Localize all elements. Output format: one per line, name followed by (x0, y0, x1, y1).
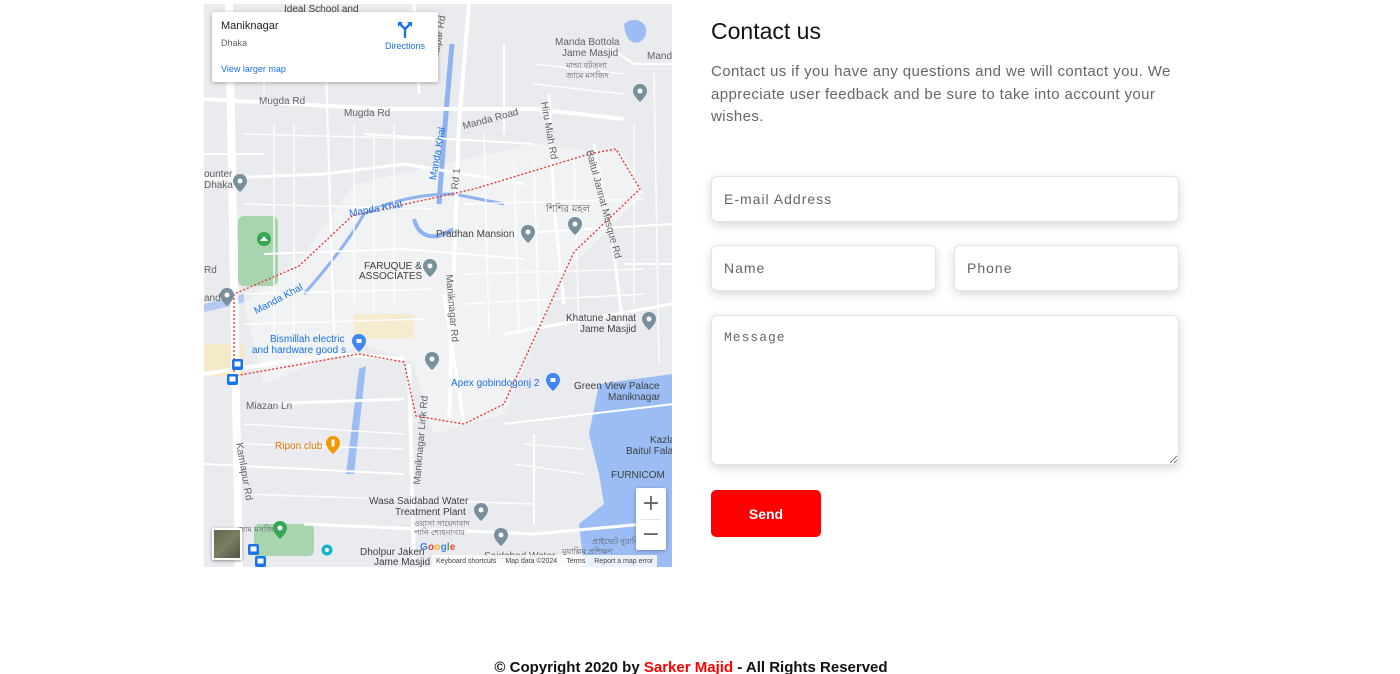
map-label: Rd (204, 265, 217, 276)
map-pin-icon[interactable] (220, 288, 234, 306)
terms-link[interactable]: Terms (566, 558, 585, 565)
phone-input[interactable] (954, 245, 1179, 291)
map-info-card: Maniknagar Dhaka View larger map Directi… (212, 12, 438, 82)
map-label: জামে মসজিদ (566, 71, 609, 80)
footer-copyright: © Copyright 2020 by Sarker Majid - All R… (0, 659, 1382, 674)
map-label: FURNICOM (611, 470, 665, 481)
map-label: Jame Masjid (580, 324, 637, 335)
email-input[interactable] (711, 176, 1179, 222)
bus-stop-icon (255, 556, 266, 567)
map-label: জাম মসজিদ (238, 525, 278, 534)
map-pin-icon[interactable] (521, 225, 535, 243)
map-label: Maniknagar (608, 392, 661, 403)
message-textarea[interactable] (711, 315, 1179, 465)
map-label: Wasa Saidabad Water (369, 496, 469, 507)
map-label: Ripon club (275, 441, 323, 452)
restaurant-pin-icon[interactable] (326, 436, 340, 454)
zoom-out-button[interactable]: − (636, 519, 666, 550)
zoom-in-button[interactable]: + (636, 488, 666, 519)
map-label: and hardware good s (252, 345, 346, 356)
shopping-pin-icon[interactable] (352, 334, 366, 352)
map-label: Bismillah electric (270, 334, 345, 345)
map-pin-icon[interactable] (568, 217, 582, 235)
bus-stop-icon (248, 544, 259, 555)
google-logo: Google (420, 542, 456, 553)
map-pin-icon[interactable] (474, 503, 488, 521)
copyright-suffix: - All Rights Reserved (737, 659, 888, 674)
map-pin-icon[interactable] (423, 259, 437, 277)
author-link[interactable]: Sarker Majid (644, 659, 733, 674)
map-attribution-bar: Keyboard shortcuts Map data ©2024 Terms … (432, 555, 658, 567)
map-label: ounter (204, 169, 233, 180)
map-pin-icon[interactable] (494, 528, 508, 546)
map-place-name: Maniknagar (221, 20, 279, 32)
school-icon (321, 544, 333, 556)
map-label: Jame Masjid (562, 48, 619, 59)
copyright-prefix: © Copyright 2020 by (494, 659, 640, 674)
bus-stop-icon (227, 374, 238, 385)
embedded-map[interactable]: Ideal School and Manda Bottola Jame Masj… (204, 4, 672, 567)
contact-description: Contact us if you have any questions and… (711, 63, 1171, 125)
map-label: শিশির মহল (546, 204, 591, 215)
directions-button[interactable]: Directions (382, 20, 428, 51)
park-icon (257, 232, 271, 246)
map-zoom-controls: + − (636, 488, 666, 550)
view-larger-map-link[interactable]: View larger map (221, 64, 286, 74)
map-label: Jame Masjid (374, 557, 431, 567)
map-pin-icon[interactable] (233, 174, 247, 192)
map-label: পানি শোধনাগার (414, 528, 465, 537)
directions-label: Directions (384, 41, 425, 51)
map-label: Rd 1 (450, 167, 463, 190)
mosque-pin-icon[interactable] (642, 312, 656, 330)
zoom-divider (641, 519, 661, 520)
map-canvas[interactable] (204, 4, 672, 567)
map-pin-icon[interactable] (633, 84, 647, 102)
map-label: Baitul Fala (626, 446, 672, 457)
send-button[interactable]: Send (711, 490, 821, 537)
map-pin-icon[interactable] (273, 521, 287, 539)
map-label: Manda Bottola (555, 37, 620, 48)
map-label: Miazan Ln (246, 401, 293, 412)
map-label: Mugda Rd (259, 96, 306, 107)
map-label: Green View Palace (574, 381, 660, 392)
map-label: and (204, 293, 221, 304)
map-label: Treatment Plant (395, 507, 466, 518)
bus-stop-icon (232, 359, 243, 370)
map-data-text: Map data ©2024 (505, 557, 558, 565)
map-label: Apex gobindogonj 2 (451, 378, 540, 389)
map-label: Dhaka (204, 180, 233, 191)
satellite-toggle-button[interactable] (212, 528, 242, 560)
map-label: Kazla (650, 435, 672, 446)
map-place-region: Dhaka (221, 38, 248, 48)
map-label: Mugda Rd (344, 108, 391, 119)
keyboard-shortcuts-link[interactable]: Keyboard shortcuts (436, 558, 496, 565)
name-input[interactable] (711, 245, 936, 291)
report-map-error-link[interactable]: Report a map error (594, 558, 653, 565)
shopping-pin-icon[interactable] (546, 373, 560, 391)
map-pin-icon[interactable] (425, 352, 439, 370)
map-label: Pradhan Mansion (436, 229, 515, 240)
contact-title: Contact us (711, 18, 821, 44)
map-label: Khatune Jannat (566, 313, 637, 324)
map-label: ASSOCIATES (359, 271, 423, 282)
map-label: Manda (647, 51, 672, 62)
directions-icon (398, 22, 412, 38)
